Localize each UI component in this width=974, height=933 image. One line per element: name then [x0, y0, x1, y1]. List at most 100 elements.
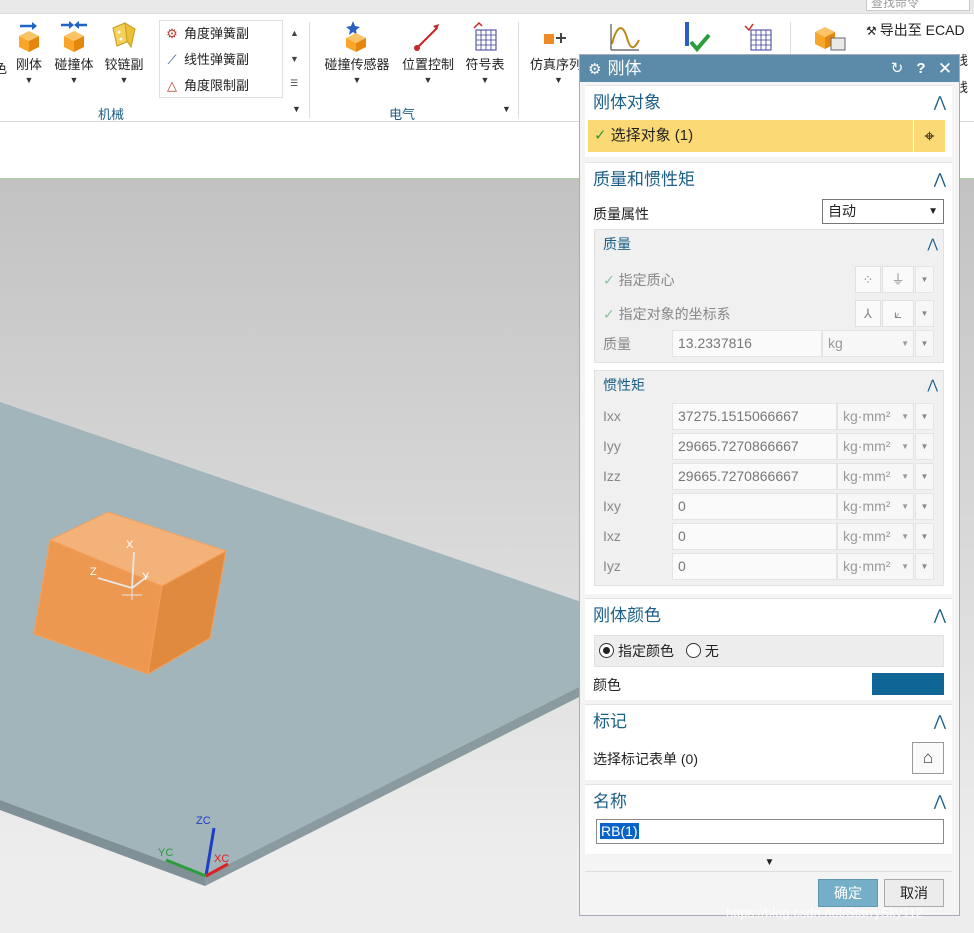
tag-icon[interactable]: ⌂: [912, 742, 944, 774]
ok-button[interactable]: 确定: [818, 879, 878, 907]
more-options-chevron-icon[interactable]: ▼: [580, 857, 959, 868]
section-marker-header[interactable]: 标记 ⋀: [585, 705, 952, 739]
export-ecad-label: 导出至 ECAD: [879, 22, 965, 38]
name-input[interactable]: RB(1): [596, 819, 944, 844]
mass-unit-select[interactable]: kg ▼: [822, 330, 914, 357]
inertia-unit-select[interactable]: kg·mm² ▼: [837, 523, 914, 550]
csys-dropdown-icon[interactable]: ▼: [915, 300, 934, 327]
mass-property-select[interactable]: 自动 ▼: [822, 199, 944, 224]
specify-cm-label: 指定质心: [618, 272, 675, 288]
graph-button[interactable]: [606, 20, 642, 54]
collapse-chevron-icon[interactable]: ⋀: [934, 86, 946, 120]
hinge-joint-button[interactable]: 铰链副 ▼: [102, 20, 146, 85]
mass-expression-dropdown-icon[interactable]: ▼: [915, 330, 934, 357]
collapse-chevron-icon[interactable]: ⋀: [934, 163, 946, 197]
collision-body-label: 碰撞体: [54, 57, 94, 72]
inertia-value-input[interactable]: 0: [672, 553, 837, 580]
hinge-joint-dropdown-icon[interactable]: ▼: [102, 75, 146, 85]
inertia-expression-dropdown-icon[interactable]: ▼: [915, 493, 934, 520]
position-control-button[interactable]: 位置控制 ▼: [398, 20, 458, 85]
inertia-value-input[interactable]: 0: [672, 493, 837, 520]
angular-spring-item[interactable]: ⚙ 角度弹簧副: [160, 21, 282, 47]
inertia-unit-select[interactable]: kg·mm² ▼: [837, 403, 914, 430]
inertia-value-input[interactable]: 29665.7270866667: [672, 433, 837, 460]
collision-body-dropdown-icon[interactable]: ▼: [52, 75, 96, 85]
gallery-down-icon[interactable]: ▼: [290, 54, 299, 64]
cancel-button[interactable]: 取消: [884, 879, 944, 907]
subsection-inertia-header[interactable]: 惯性矩 ⋀: [595, 371, 943, 399]
inertia-expression-dropdown-icon[interactable]: ▼: [915, 403, 934, 430]
collapse-chevron-icon[interactable]: ⋀: [927, 230, 938, 258]
rigid-body-dropdown-icon[interactable]: ▼: [12, 75, 46, 85]
inertia-value-input[interactable]: 37275.1515066667: [672, 403, 837, 430]
inertia-value-input[interactable]: 0: [672, 523, 837, 550]
inertia-unit-select[interactable]: kg·mm² ▼: [837, 463, 914, 490]
gallery-up-icon[interactable]: ▲: [290, 28, 299, 38]
mass-unit-value: kg: [828, 335, 843, 351]
symbol-table-button[interactable]: 符号表 ▼: [462, 20, 508, 85]
section-mass-inertia: 质量和惯性矩 ⋀ 质量属性 自动 ▼ 质量 ⋀ ✓ 指定质心 ⁘ ⏚ ▼ ✓ 指定对象…: [585, 162, 952, 594]
export-ecad-item[interactable]: ⚒ 导出至 ECAD: [866, 20, 965, 40]
help-icon[interactable]: ?: [911, 55, 931, 82]
collision-sensor-dropdown-icon[interactable]: ▼: [320, 75, 394, 85]
command-finder-input[interactable]: 查找命令: [866, 0, 970, 11]
collapse-chevron-icon[interactable]: ⋀: [934, 785, 946, 819]
radio-none[interactable]: 无: [685, 643, 719, 659]
dropdown-arrow-icon: ▼: [901, 412, 909, 421]
section-rigid-object-header[interactable]: 刚体对象 ⋀: [585, 86, 952, 120]
inertia-expression-dropdown-icon[interactable]: ▼: [915, 553, 934, 580]
collision-sensor-button[interactable]: 碰撞传感器 ▼: [320, 20, 394, 85]
point-dialog-icon[interactable]: ⁘: [855, 266, 881, 293]
section-rigid-object: 刚体对象 ⋀ ✓ 选择对象 (1) ⌖: [585, 85, 952, 157]
collision-body-button[interactable]: 碰撞体 ▼: [52, 20, 96, 85]
gear-icon[interactable]: ⚙: [588, 61, 601, 78]
reset-icon[interactable]: ↻: [887, 55, 907, 82]
angular-limit-item[interactable]: △ 角度限制副: [160, 73, 282, 99]
collapse-chevron-icon[interactable]: ⋀: [927, 371, 938, 399]
select-object-row[interactable]: ✓ 选择对象 (1) ⌖: [588, 120, 945, 152]
subsection-mass: 质量 ⋀ ✓ 指定质心 ⁘ ⏚ ▼ ✓ 指定对象的坐标系 ⅄ ⟀ ▼ 质量 13.…: [594, 229, 944, 363]
mass-input[interactable]: 13.2337816: [672, 330, 822, 357]
group-electrical-expand-icon[interactable]: ▼: [502, 104, 511, 114]
check-icon: ✓: [603, 306, 619, 322]
crosshair-icon[interactable]: ⌖: [913, 120, 945, 152]
collapse-chevron-icon[interactable]: ⋀: [934, 599, 946, 633]
section-mass-inertia-header[interactable]: 质量和惯性矩 ⋀: [585, 163, 952, 197]
csys-icon[interactable]: ⟀: [882, 300, 914, 327]
linear-spring-item[interactable]: ⟋ 线性弹簧副: [160, 47, 282, 73]
point-dropdown-icon[interactable]: ▼: [915, 266, 934, 293]
inertia-expression-dropdown-icon[interactable]: ▼: [915, 433, 934, 460]
inertia-unit-select[interactable]: kg·mm² ▼: [837, 553, 914, 580]
inspect-button[interactable]: [674, 20, 714, 54]
rigid-body-button[interactable]: 刚体 ▼: [12, 20, 46, 85]
inertia-expression-dropdown-icon[interactable]: ▼: [915, 463, 934, 490]
point-icon[interactable]: ⏚: [882, 266, 914, 293]
radio-specify-color[interactable]: 指定颜色: [599, 643, 674, 659]
inertia-unit-value: kg·mm²: [843, 468, 891, 484]
rigid-body-dialog: ⚙ 刚体 ↻ ? ✕ 刚体对象 ⋀ ✓ 选择对象 (1) ⌖ 质量和惯性矩 ⋀ 质量属性…: [579, 54, 960, 916]
inertia-unit-select[interactable]: kg·mm² ▼: [837, 493, 914, 520]
subsection-mass-header[interactable]: 质量 ⋀: [595, 230, 943, 258]
specify-csys-row: ✓ 指定对象的坐标系: [603, 304, 731, 324]
collapse-chevron-icon[interactable]: ⋀: [934, 705, 946, 739]
symbol-table-label: 符号表: [465, 57, 505, 72]
symbol-table-dropdown-icon[interactable]: ▼: [462, 75, 508, 85]
signal-table-button[interactable]: [738, 20, 778, 54]
close-icon[interactable]: ✕: [935, 55, 955, 82]
color-swatch[interactable]: [872, 673, 944, 695]
dialog-titlebar[interactable]: ⚙ 刚体 ↻ ? ✕: [580, 55, 959, 82]
inertia-value-input[interactable]: 29665.7270866667: [672, 463, 837, 490]
gallery-expand-icon[interactable]: ☰: [290, 78, 298, 89]
group-mechanical-expand-icon[interactable]: ▼: [292, 104, 301, 114]
position-control-dropdown-icon[interactable]: ▼: [398, 75, 458, 85]
section-name-header[interactable]: 名称 ⋀: [585, 785, 952, 819]
ecad-model-button[interactable]: [806, 20, 852, 54]
sim-sequence-button[interactable]: 仿真序列 ▼: [530, 20, 586, 85]
inertia-unit-value: kg·mm²: [843, 438, 891, 454]
inertia-unit-select[interactable]: kg·mm² ▼: [837, 433, 914, 460]
dialog-title: 刚体: [607, 59, 642, 78]
section-body-color-header[interactable]: 刚体颜色 ⋀: [585, 599, 952, 633]
inertia-expression-dropdown-icon[interactable]: ▼: [915, 523, 934, 550]
ribbon-partial-button[interactable]: 色: [0, 24, 7, 77]
csys-dialog-icon[interactable]: ⅄: [855, 300, 881, 327]
